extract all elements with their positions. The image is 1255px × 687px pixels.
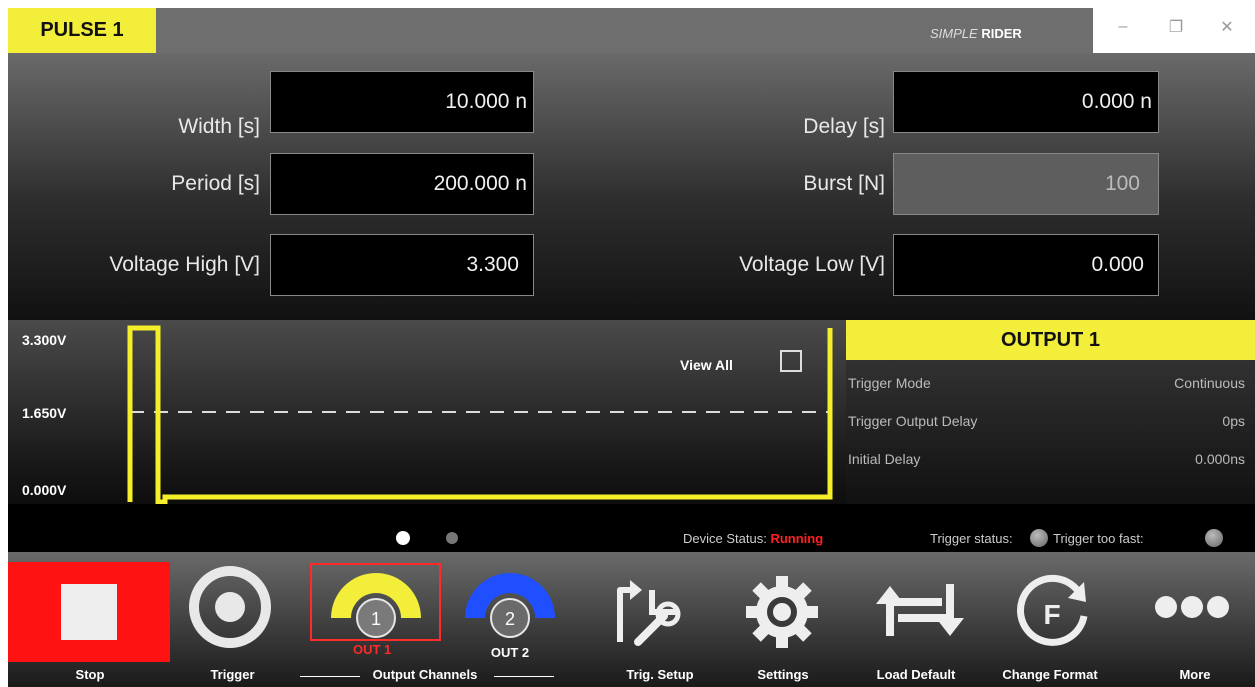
voltage-low-tick: 0.000V	[22, 482, 67, 498]
svg-text:F: F	[1043, 599, 1060, 630]
trigger-too-fast-indicator	[1205, 529, 1223, 547]
initial-delay-value: 0.000ns	[1195, 451, 1245, 467]
period-label: Period [s]	[171, 172, 260, 195]
trig-setup-label: Trig. Setup	[626, 667, 694, 682]
out1-button[interactable]	[310, 563, 441, 641]
trigger-status-label: Trigger status:	[930, 531, 1013, 546]
change-format-label: Change Format	[1002, 667, 1098, 682]
out1-label: OUT 1	[353, 642, 392, 657]
close-button[interactable]: ✕	[1207, 14, 1247, 40]
load-default-label: Load Default	[876, 667, 956, 682]
svg-text:2: 2	[505, 609, 515, 629]
period-field[interactable]: 200.000 n	[270, 153, 534, 215]
trig-setup-button[interactable]	[608, 572, 692, 652]
initial-delay-label: Initial Delay	[848, 451, 921, 467]
trigger-mode-label: Trigger Mode	[848, 375, 931, 391]
voltage-low-label: Voltage Low [V]	[739, 253, 885, 276]
output-title: OUTPUT 1	[846, 320, 1255, 360]
voltage-high-field[interactable]: 3.300	[270, 234, 534, 296]
page-indicator-active[interactable]	[396, 531, 410, 545]
change-format-button[interactable]: F	[1010, 570, 1094, 654]
output-channels-rule-right	[494, 676, 554, 677]
settings-button[interactable]	[742, 572, 822, 652]
voltage-mid-tick: 1.650V	[22, 405, 67, 421]
delay-label: Delay [s]	[803, 115, 885, 138]
waveform-plot	[127, 325, 833, 504]
more-label: More	[1179, 667, 1211, 682]
device-status: Device Status: Running	[683, 531, 823, 546]
out2-button[interactable]: 2	[457, 570, 563, 640]
delay-field[interactable]: 0.000 n	[893, 71, 1159, 133]
trigger-icon-center	[215, 592, 245, 622]
trigger-output-delay-label: Trigger Output Delay	[848, 413, 978, 429]
device-status-label: Device Status:	[683, 531, 767, 546]
voltage-low-field[interactable]: 0.000	[893, 234, 1159, 296]
trigger-mode-value: Continuous	[1174, 375, 1245, 391]
pulse-trace	[127, 325, 833, 504]
tab-pulse-1[interactable]: PULSE 1	[8, 8, 156, 53]
output-channels-label: Output Channels	[372, 667, 478, 682]
title-bar	[0, 0, 1255, 53]
more-button[interactable]	[1150, 592, 1234, 622]
trigger-button[interactable]	[188, 565, 272, 649]
view-all-checkbox[interactable]	[780, 350, 802, 372]
settings-label: Settings	[757, 667, 809, 682]
stop-icon	[61, 584, 117, 640]
width-label: Width [s]	[178, 115, 260, 138]
page-indicator-inactive[interactable]	[446, 532, 458, 544]
voltage-high-label: Voltage High [V]	[109, 253, 260, 276]
brand-italic: SIMPLE	[930, 26, 978, 41]
out2-label: OUT 2	[490, 645, 530, 660]
restore-button[interactable]: ❐	[1156, 14, 1196, 40]
output-channels-rule-left	[300, 676, 360, 677]
stop-label: Stop	[75, 667, 105, 682]
view-all-label: View All	[680, 357, 733, 373]
trigger-status-indicator	[1030, 529, 1048, 547]
burst-field: 100	[893, 153, 1159, 215]
burst-label: Burst [N]	[803, 172, 885, 195]
device-status-value: Running	[770, 531, 824, 546]
width-field[interactable]: 10.000 n	[270, 71, 534, 133]
trigger-label: Trigger	[210, 667, 255, 682]
trigger-output-delay-value: 0ps	[1222, 413, 1245, 429]
load-default-button[interactable]	[872, 574, 968, 648]
voltage-high-tick: 3.300V	[22, 332, 67, 348]
minimize-button[interactable]: –	[1103, 14, 1143, 40]
trigger-too-fast-label: Trigger too fast:	[1053, 531, 1144, 546]
stop-button[interactable]	[8, 562, 170, 662]
brand-bold: RIDER	[981, 26, 1022, 41]
brand-logo: SIMPLE RIDER	[930, 26, 1022, 41]
